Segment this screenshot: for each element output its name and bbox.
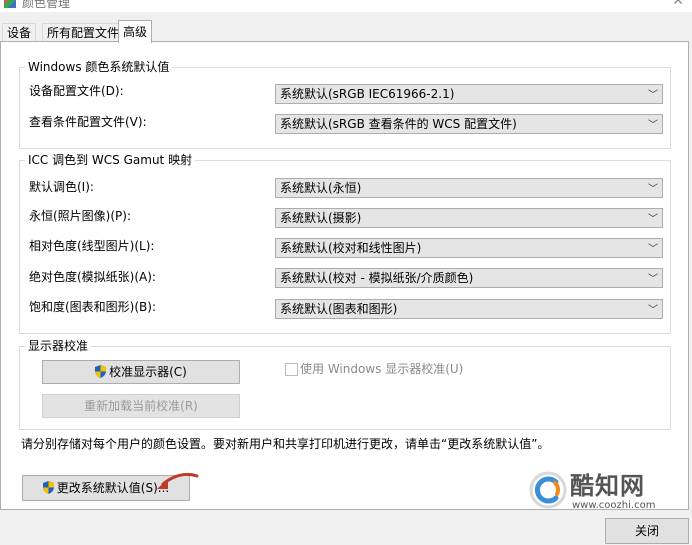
- chevron-down-icon: ﹀: [648, 184, 658, 195]
- saturation-value: 系统默认(图表和图形): [280, 302, 398, 316]
- group-legend: 显示器校准: [25, 339, 92, 353]
- device-profile-value: 系统默认(sRGB IEC61966-2.1): [280, 87, 455, 101]
- default-rendering-intent-value: 系统默认(永恒): [280, 181, 362, 195]
- relative-colorimetric-label: 相对色度(线型图片)(L):: [29, 239, 155, 253]
- default-rendering-intent-dropdown[interactable]: 系统默认(永恒) ﹀: [275, 178, 663, 198]
- chevron-down-icon: ﹀: [648, 90, 658, 101]
- viewing-conditions-profile-label: 查看条件配置文件(V):: [29, 115, 147, 129]
- use-windows-calibration-label: 使用 Windows 显示器校准(U): [300, 362, 464, 376]
- tab-strip: 设备 所有配置文件 高级: [0, 20, 692, 43]
- relative-colorimetric-value: 系统默认(校对和线性图片): [280, 241, 422, 255]
- chevron-down-icon: ﹀: [648, 214, 658, 225]
- annotation-arrow-icon: [157, 472, 199, 489]
- tab-devices[interactable]: 设备: [2, 23, 37, 43]
- absolute-colorimetric-dropdown[interactable]: 系统默认(校对 - 模拟纸张/介质颜色) ﹀: [275, 268, 663, 288]
- device-profile-label: 设备配置文件(D):: [29, 84, 124, 98]
- device-profile-dropdown[interactable]: 系统默认(sRGB IEC61966-2.1) ﹀: [275, 84, 663, 104]
- uac-shield-icon: [42, 481, 54, 494]
- close-icon[interactable]: ✕: [672, 0, 684, 9]
- color-management-app-icon: [4, 0, 16, 8]
- title-bar: 颜色管理 ✕: [0, 0, 692, 12]
- chevron-down-icon: ﹀: [648, 120, 658, 131]
- watermark-url: www.coozhi.com: [572, 500, 656, 511]
- watermark: 酷知网 www.coozhi.com: [520, 462, 656, 518]
- watermark-brand: 酷知网: [570, 472, 645, 500]
- saturation-dropdown[interactable]: 系统默认(图表和图形) ﹀: [275, 299, 663, 319]
- tab-all-profiles[interactable]: 所有配置文件: [42, 23, 125, 43]
- chevron-down-icon: ﹀: [648, 305, 658, 316]
- uac-shield-icon: [95, 365, 107, 378]
- perceptual-value: 系统默认(摄影): [280, 211, 362, 225]
- advanced-tab-panel: Windows 颜色系统默认值 设备配置文件(D): 系统默认(sRGB IEC…: [0, 41, 689, 510]
- reload-current-calibration-button[interactable]: 重新加载当前校准(R): [42, 394, 240, 418]
- perceptual-dropdown[interactable]: 系统默认(摄影) ﹀: [275, 208, 663, 228]
- saturation-label: 饱和度(图表和图形)(B):: [29, 300, 157, 314]
- absolute-colorimetric-label: 绝对色度(模拟纸张)(A):: [29, 270, 156, 284]
- info-text: 请分别存储对每个用户的颜色设置。要对新用户和共享打印机进行更改，请单击“更改系统…: [21, 437, 550, 451]
- windows-color-system-defaults-group: Windows 颜色系统默认值: [19, 60, 671, 149]
- chevron-down-icon: ﹀: [648, 274, 658, 285]
- viewing-conditions-profile-value: 系统默认(sRGB 查看条件的 WCS 配置文件): [280, 117, 517, 131]
- tab-advanced[interactable]: 高级: [118, 20, 153, 43]
- window-title: 颜色管理: [22, 0, 71, 10]
- calibrate-display-button[interactable]: 校准显示器(C): [42, 360, 240, 384]
- relative-colorimetric-dropdown[interactable]: 系统默认(校对和线性图片) ﹀: [275, 238, 663, 258]
- group-legend: Windows 颜色系统默认值: [25, 60, 173, 74]
- group-legend: ICC 调色到 WCS Gamut 映射: [25, 153, 196, 167]
- use-windows-calibration-checkbox[interactable]: [285, 363, 298, 376]
- perceptual-label: 永恒(照片图像)(P):: [29, 209, 132, 223]
- default-rendering-intent-label: 默认调色(I):: [29, 180, 94, 194]
- absolute-colorimetric-value: 系统默认(校对 - 模拟纸张/介质颜色): [280, 271, 474, 285]
- calibrate-display-label: 校准显示器(C): [109, 365, 187, 379]
- close-button[interactable]: 关闭: [605, 518, 689, 544]
- chevron-down-icon: ﹀: [648, 244, 658, 255]
- coozhi-logo-icon: [529, 471, 567, 509]
- viewing-conditions-profile-dropdown[interactable]: 系统默认(sRGB 查看条件的 WCS 配置文件) ﹀: [275, 114, 663, 134]
